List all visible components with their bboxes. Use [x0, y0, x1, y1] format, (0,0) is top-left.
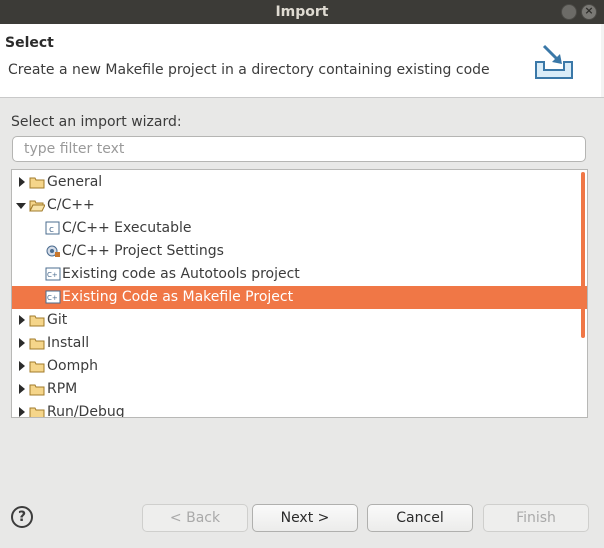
cpp-project-icon: C+	[45, 267, 61, 281]
expand-arrow-icon[interactable]	[19, 315, 25, 325]
svg-text:C+: C+	[47, 271, 58, 279]
folder-icon	[29, 315, 45, 327]
svg-text:C+: C+	[47, 294, 58, 302]
cpp-project-icon: C+	[45, 290, 61, 304]
tree-item-label: Existing Code as Makefile Project	[62, 289, 294, 305]
expand-arrow-icon[interactable]	[19, 177, 25, 187]
window-title: Import	[275, 4, 329, 20]
wizard-header: Select Create a new Makefile project in …	[0, 24, 604, 98]
tree-item-label: Install	[47, 335, 90, 351]
tree-item-label: Existing code as Autotools project	[62, 266, 300, 282]
tree-item-label: Oomph	[47, 358, 98, 374]
finish-button[interactable]: Finish	[483, 504, 589, 532]
expand-arrow-icon[interactable]	[19, 338, 25, 348]
next-button[interactable]: Next >	[252, 504, 358, 532]
folder-icon	[29, 361, 45, 373]
tree-item-general[interactable]: General	[12, 171, 587, 194]
tree-item-autotools[interactable]: C+ Existing code as Autotools project	[12, 263, 587, 286]
back-button[interactable]: < Back	[142, 504, 248, 532]
c-file-icon: c	[45, 221, 60, 235]
import-wizard-icon	[535, 44, 573, 79]
tree-item-cpp-project-settings[interactable]: C/C++ Project Settings	[12, 240, 587, 263]
tree-item-makefile-project[interactable]: C+ Existing Code as Makefile Project	[12, 286, 587, 309]
import-wizard-label: Select an import wizard:	[11, 114, 182, 130]
folder-icon	[29, 407, 45, 417]
tree-item-oomph[interactable]: Oomph	[12, 355, 587, 378]
tree-item-rpm[interactable]: RPM	[12, 378, 587, 401]
tree-item-install[interactable]: Install	[12, 332, 587, 355]
tree-item-label: RPM	[47, 381, 78, 397]
tree-item-label: General	[47, 174, 103, 190]
tree-item-label: Git	[47, 312, 68, 328]
tree-item-run-debug[interactable]: Run/Debug	[12, 401, 587, 418]
cancel-button[interactable]: Cancel	[367, 504, 473, 532]
tree-item-label: C/C++	[47, 197, 95, 213]
window-titlebar: Import ×	[0, 0, 604, 24]
settings-icon	[46, 245, 60, 257]
expand-arrow-icon[interactable]	[19, 384, 25, 394]
wizard-tree[interactable]: General C/C++ c C/C++ Executable C/C++ P…	[11, 169, 588, 418]
tree-item-git[interactable]: Git	[12, 309, 587, 332]
folder-icon	[29, 384, 45, 396]
tree-scrollbar[interactable]	[581, 172, 585, 338]
folder-icon	[29, 177, 45, 189]
filter-input[interactable]	[12, 136, 586, 162]
folder-open-icon	[29, 200, 45, 212]
minimize-icon[interactable]	[561, 4, 577, 20]
svg-text:c: c	[49, 225, 54, 235]
tree-item-label: Run/Debug	[47, 404, 125, 418]
folder-icon	[29, 338, 45, 350]
close-icon[interactable]: ×	[581, 4, 597, 20]
page-title: Select	[5, 35, 54, 51]
tree-item-cpp-executable[interactable]: c C/C++ Executable	[12, 217, 587, 240]
expand-arrow-icon[interactable]	[19, 361, 25, 371]
expand-arrow-icon[interactable]	[19, 407, 25, 417]
tree-item-label: C/C++ Executable	[62, 220, 192, 236]
collapse-arrow-icon[interactable]	[16, 203, 26, 209]
page-description: Create a new Makefile project in a direc…	[8, 62, 490, 78]
help-icon[interactable]: ?	[11, 506, 33, 528]
tree-item-label: C/C++ Project Settings	[62, 243, 224, 259]
tree-item-cpp[interactable]: C/C++	[12, 194, 587, 217]
